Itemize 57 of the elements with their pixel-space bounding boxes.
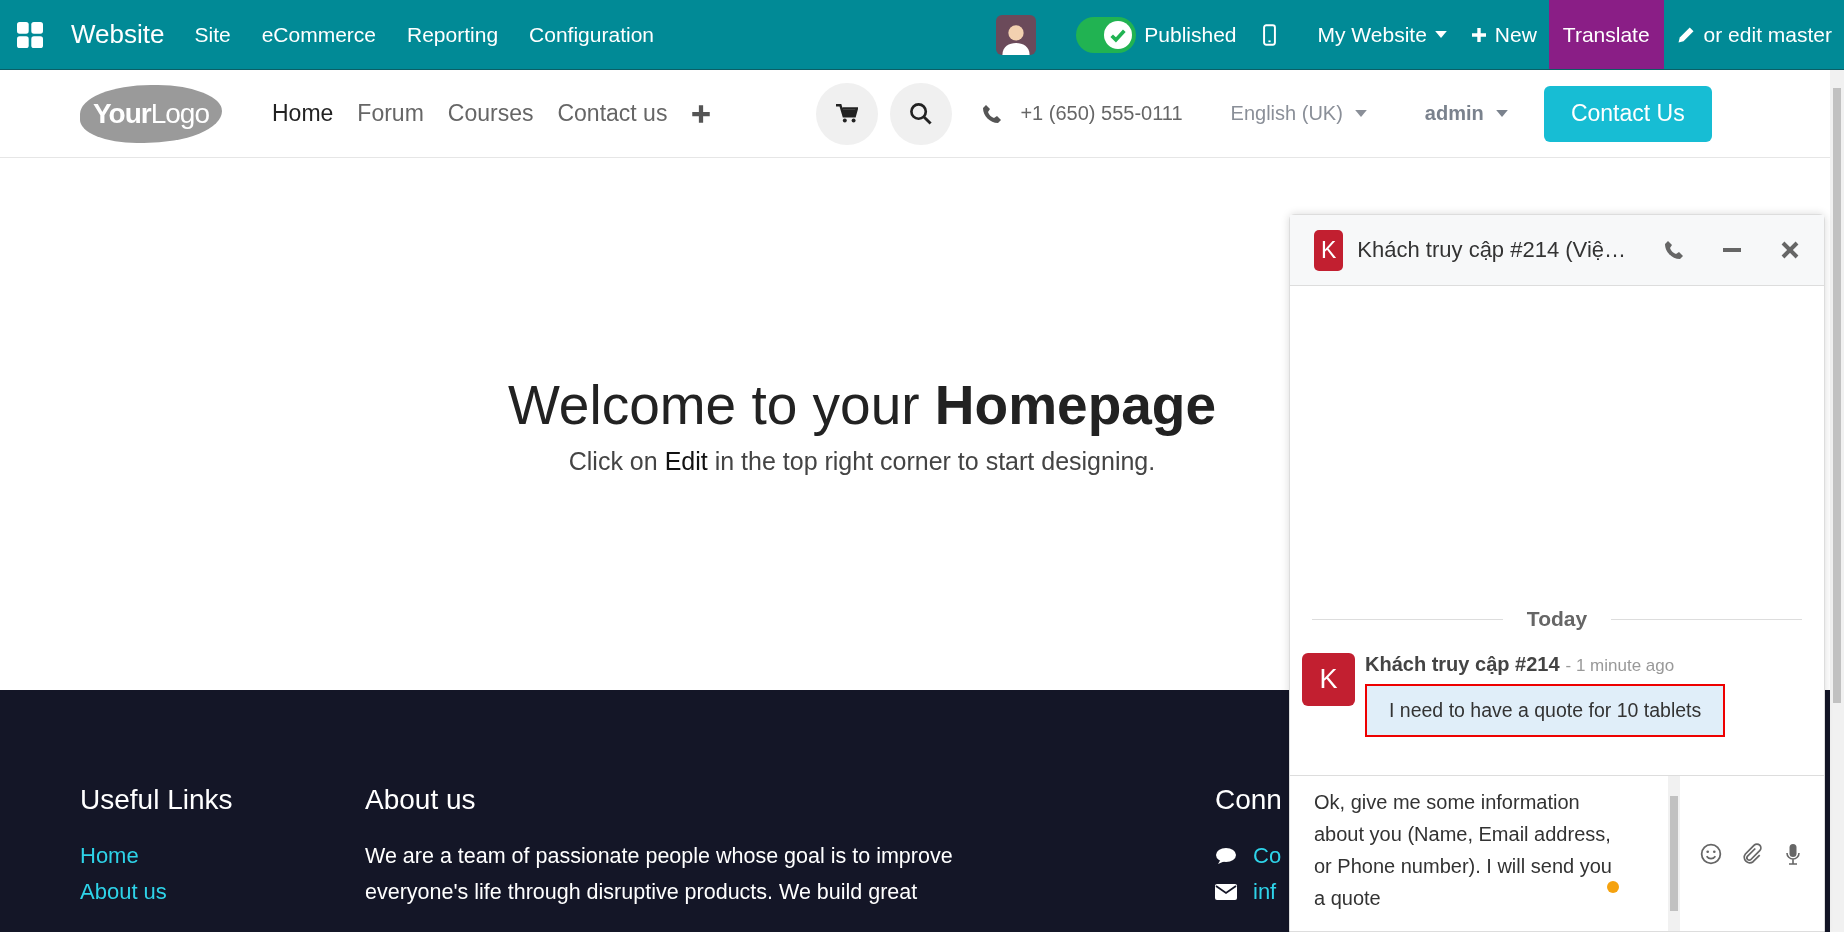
- new-button[interactable]: New: [1458, 0, 1549, 69]
- logo[interactable]: YourLogo: [80, 84, 222, 143]
- nav-link[interactable]: Contact us: [557, 100, 668, 127]
- message-bubble: I need to have a quote for 10 tablets: [1365, 684, 1726, 737]
- input-scrollbar[interactable]: [1668, 776, 1680, 931]
- mobile-icon[interactable]: [1262, 23, 1276, 46]
- phone-number: +1 (650) 555-0111: [1020, 102, 1183, 125]
- chat-bubble-icon: [1215, 847, 1237, 865]
- caret-icon: [1354, 110, 1367, 117]
- nav-link[interactable]: Courses: [447, 100, 534, 127]
- chat-title[interactable]: Khách truy cập #214 (Việ…: [1357, 237, 1626, 263]
- menu-item[interactable]: Configuration: [529, 22, 654, 47]
- contact-us-button[interactable]: Contact Us: [1543, 85, 1712, 142]
- phone-icon[interactable]: [1664, 240, 1684, 260]
- published-label: Published: [1144, 22, 1237, 47]
- footer-link[interactable]: Home: [80, 838, 365, 874]
- translate-button[interactable]: Translate: [1548, 0, 1664, 69]
- hero-subtitle: Click on Edit in the top right corner to start designing.: [568, 446, 1156, 476]
- contact-link[interactable]: Co: [1253, 838, 1282, 874]
- day-separator: Today: [1526, 607, 1588, 631]
- plus-icon: [1470, 26, 1487, 43]
- menu-item[interactable]: eCommerce: [261, 22, 376, 47]
- search-icon: [909, 101, 934, 126]
- phone-icon: [982, 103, 1003, 124]
- envelope-icon: [1215, 883, 1237, 901]
- website-dropdown[interactable]: My Website: [1305, 0, 1459, 69]
- user-dropdown[interactable]: admin: [1424, 102, 1508, 125]
- emoji-icon[interactable]: [1699, 842, 1722, 865]
- page-scrollbar[interactable]: [1830, 70, 1844, 932]
- language-dropdown[interactable]: English (UK): [1230, 102, 1367, 125]
- footer-heading: Conn: [1215, 784, 1282, 816]
- caret-icon: [1434, 31, 1447, 38]
- user-avatar[interactable]: [996, 14, 1037, 55]
- footer-heading: About us: [365, 784, 476, 816]
- menu-item[interactable]: Reporting: [407, 22, 499, 47]
- check-icon: [1104, 20, 1133, 49]
- footer-heading: Useful Links: [80, 784, 233, 816]
- nav-link[interactable]: Home: [272, 100, 334, 127]
- cart-icon: [836, 103, 859, 124]
- visitor-avatar: K: [1314, 229, 1344, 271]
- published-toggle[interactable]: [1076, 16, 1137, 53]
- nav-link[interactable]: Forum: [357, 100, 424, 127]
- contact-link[interactable]: inf: [1253, 874, 1277, 910]
- about-text: We are a team of passionate people whose goal is to improve everyone's life through disruptive products. We build great: [365, 843, 954, 906]
- close-icon[interactable]: [1780, 240, 1800, 260]
- message-time: - 1 minute ago: [1565, 656, 1675, 676]
- paperclip-icon[interactable]: [1741, 842, 1763, 865]
- message-author: Khách truy cập #214: [1365, 653, 1560, 676]
- app-name[interactable]: Website: [71, 19, 165, 50]
- menu-item[interactable]: Site: [194, 22, 231, 47]
- author-avatar: K: [1302, 653, 1355, 706]
- hero-title: Welcome to your Homepage: [507, 372, 1217, 437]
- plus-icon[interactable]: [691, 103, 712, 124]
- apps-menu-icon[interactable]: [17, 21, 43, 48]
- edit-master-button[interactable]: or edit master: [1663, 0, 1844, 69]
- caret-icon: [1495, 110, 1508, 117]
- footer-link[interactable]: About us: [80, 874, 365, 910]
